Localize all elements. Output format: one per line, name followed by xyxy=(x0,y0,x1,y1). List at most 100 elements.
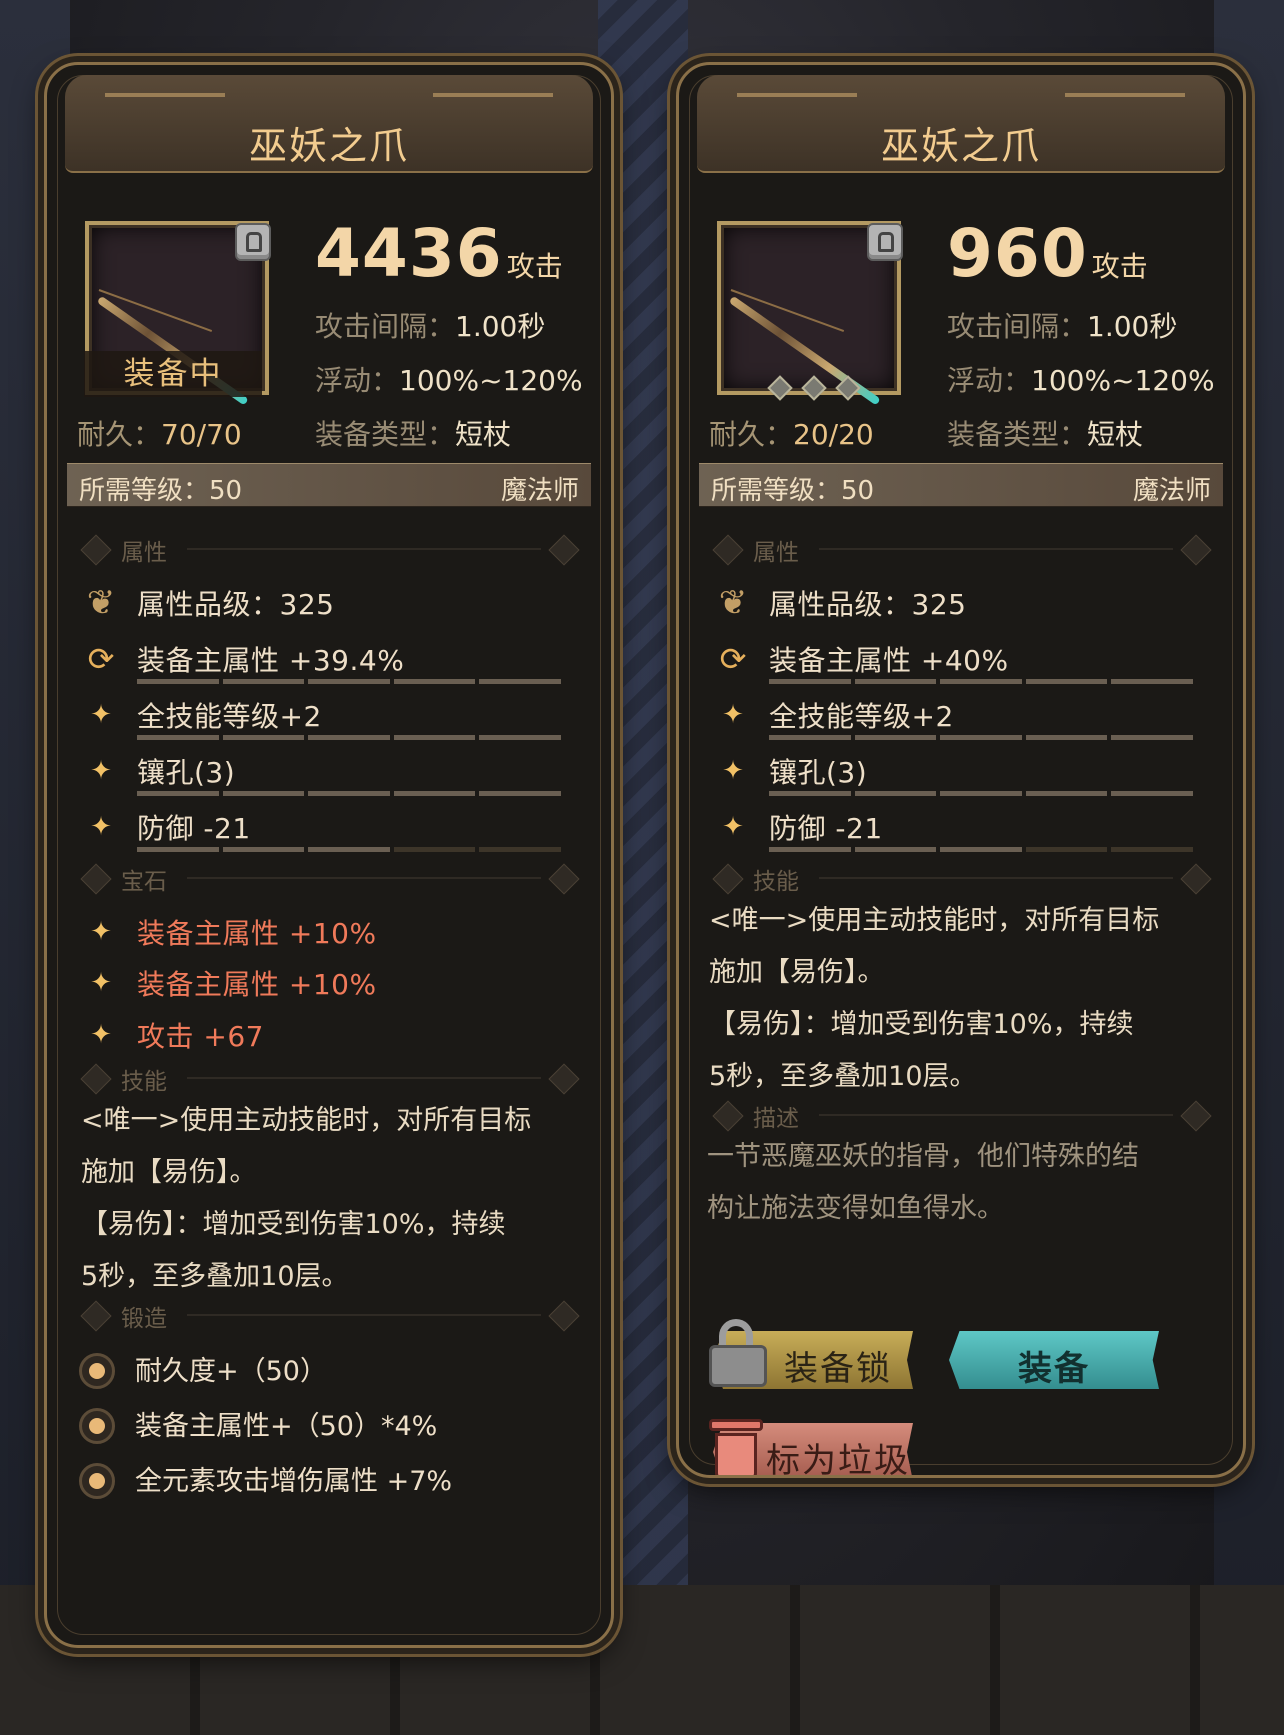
type-value: 短杖 xyxy=(455,418,512,451)
attr-range-bar xyxy=(769,791,1193,796)
header-ornament xyxy=(433,93,553,97)
required-class: 魔法师 xyxy=(500,476,579,506)
forge-text: 耐久度+（50） xyxy=(135,1356,327,1387)
section-diamond-icon xyxy=(1180,863,1212,895)
sparkle-icon: ✦ xyxy=(90,968,112,998)
gem-text: 装备主属性 +10% xyxy=(137,968,377,1001)
interval-value: 1.00秒 xyxy=(1087,310,1178,343)
float-value: 100%~120% xyxy=(1031,364,1215,397)
section-diamond-icon xyxy=(80,534,112,566)
section-diamond-icon xyxy=(548,534,580,566)
requirement-bar: 所需等级：50 魔法师 xyxy=(699,463,1223,507)
gem-row: ✦ 攻击 +67 xyxy=(77,1013,581,1061)
header-ornament xyxy=(737,93,857,97)
section-label: 宝石 xyxy=(121,869,167,895)
equip-button[interactable]: 装备 xyxy=(949,1331,1159,1389)
section-diamond-icon xyxy=(80,863,112,895)
gem-text: 攻击 +67 xyxy=(137,1020,264,1053)
section-label: 属性 xyxy=(753,540,799,566)
durability-label: 耐久： xyxy=(709,418,794,451)
attr-row: ⟳ 装备主属性 +39.4% xyxy=(77,637,581,685)
attack-unit: 攻击 xyxy=(1091,250,1148,283)
section-diamond-icon xyxy=(1180,534,1212,566)
float-range: 浮动：100%~120% xyxy=(947,359,1215,399)
attr-row: ✦ 镶孔(3) xyxy=(77,749,581,797)
sparkle-icon: ✦ xyxy=(90,756,112,786)
sparkle-icon: ✦ xyxy=(722,756,744,786)
requirement-bar: 所需等级：50 魔法师 xyxy=(67,463,591,507)
lotus-icon: ❦ xyxy=(86,583,116,623)
forge-row: 全元素攻击增伤属性 +7% xyxy=(77,1457,581,1503)
skill-line: <唯一>使用主动技能时，对所有目标 xyxy=(709,905,1160,936)
socket-icon xyxy=(767,375,793,401)
attr-range-bar xyxy=(769,847,1193,852)
equipped-item-card: 巫妖之爪 装备中 耐久：70/70 4436 攻击 攻击间隔：1.00秒 浮动：1… xyxy=(44,62,614,1648)
skill-line: 施加【易伤】。 xyxy=(709,957,885,988)
attack-value: 960 xyxy=(947,215,1088,292)
attr-row: ❦ 属性品级：325 xyxy=(709,581,1213,629)
section-diamond-icon xyxy=(712,863,744,895)
lore-line: 一节恶魔巫妖的指骨，他们特殊的结 xyxy=(707,1141,1139,1172)
skill-line: 5秒，至多叠加10层。 xyxy=(709,1061,977,1092)
attack-stat: 960 攻击 xyxy=(947,215,1148,292)
interval-label: 攻击间隔： xyxy=(947,310,1088,343)
lock-icon[interactable] xyxy=(867,223,903,261)
sparkle-icon: ✦ xyxy=(90,700,112,730)
attr-row: ⟳ 装备主属性 +40% xyxy=(709,637,1213,685)
required-level: 所需等级：50 xyxy=(79,476,243,506)
attr-range-bar xyxy=(137,735,561,740)
socket-icon xyxy=(801,375,827,401)
refresh-icon: ⟳ xyxy=(87,640,115,678)
attr-range-bar xyxy=(769,679,1193,684)
socket-icon xyxy=(835,375,861,401)
section-header-attributes: 属性 xyxy=(77,533,581,566)
item-lore: 一节恶魔巫妖的指骨，他们特殊的结 构让施法变得如鱼得水。 xyxy=(707,1131,1215,1235)
attack-stat: 4436 攻击 xyxy=(315,215,563,292)
attr-range-bar xyxy=(137,791,561,796)
section-diamond-icon xyxy=(712,1100,744,1132)
section-label: 描述 xyxy=(753,1106,799,1132)
durability-value: 70/70 xyxy=(161,418,242,451)
attr-text: 镶孔(3) xyxy=(137,756,236,789)
attr-text: 镶孔(3) xyxy=(769,756,868,789)
equip-type: 装备类型：短杖 xyxy=(315,413,511,453)
sparkle-icon: ✦ xyxy=(722,812,744,842)
sparkle-icon: ✦ xyxy=(90,917,112,947)
lore-line: 构让施法变得如鱼得水。 xyxy=(707,1193,1004,1224)
socket-indicators xyxy=(767,375,861,401)
lotus-icon: ❦ xyxy=(718,583,748,623)
equip-label: 装备 xyxy=(1018,1349,1090,1389)
sparkle-icon: ✦ xyxy=(90,1020,112,1050)
skill-line: 【易伤】：增加受到伤害10%，持续 xyxy=(81,1209,506,1240)
attr-text: 属性品级：325 xyxy=(137,588,335,621)
trash-icon xyxy=(709,1411,763,1475)
section-diamond-icon xyxy=(80,1300,112,1332)
attr-row: ✦ 防御 -21 xyxy=(709,805,1213,853)
attack-interval: 攻击间隔：1.00秒 xyxy=(947,305,1177,345)
section-diamond-icon xyxy=(712,534,744,566)
lock-icon[interactable] xyxy=(235,223,271,261)
attr-text: 防御 -21 xyxy=(769,812,883,845)
durability-label: 耐久： xyxy=(77,418,162,451)
attr-row: ❦ 属性品级：325 xyxy=(77,581,581,629)
type-value: 短杖 xyxy=(1087,418,1144,451)
orb-icon xyxy=(79,1408,115,1444)
skill-description: <唯一>使用主动技能时，对所有目标 施加【易伤】。 【易伤】：增加受到伤害10%… xyxy=(709,895,1215,1103)
header-ornament xyxy=(105,93,225,97)
section-header-gems: 宝石 xyxy=(77,862,581,895)
section-label: 锻造 xyxy=(121,1306,167,1332)
durability: 耐久：20/20 xyxy=(709,413,874,453)
mark-as-junk-label: 标为垃圾 xyxy=(766,1441,910,1478)
section-header-attributes: 属性 xyxy=(709,533,1213,566)
card-header: 巫妖之爪 xyxy=(65,75,593,173)
forge-row: 装备主属性+（50）*4% xyxy=(77,1402,581,1448)
item-title: 巫妖之爪 xyxy=(880,124,1041,168)
skill-line: 施加【易伤】。 xyxy=(81,1157,257,1188)
orb-icon xyxy=(79,1463,115,1499)
skill-line: 5秒，至多叠加10层。 xyxy=(81,1261,349,1292)
gem-text: 装备主属性 +10% xyxy=(137,917,377,950)
attr-range-bar xyxy=(137,847,561,852)
section-line xyxy=(187,1314,541,1316)
interval-label: 攻击间隔： xyxy=(315,310,456,343)
section-diamond-icon xyxy=(1180,1100,1212,1132)
